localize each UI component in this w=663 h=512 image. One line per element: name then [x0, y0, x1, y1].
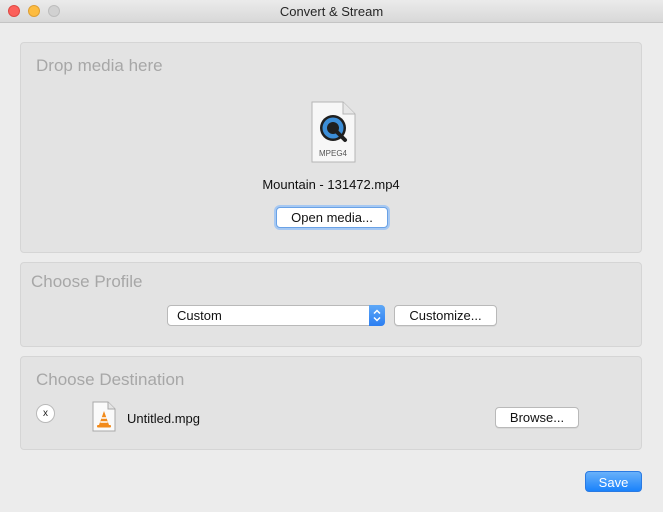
choose-destination-heading: Choose Destination — [36, 370, 185, 389]
profile-select[interactable]: Custom — [167, 305, 385, 326]
source-filename: Mountain - 131472.mp4 — [262, 177, 400, 192]
mpeg4-file-icon: MPEG4 — [311, 101, 356, 163]
select-updown-icon — [369, 305, 385, 326]
profile-selected-value: Custom — [177, 308, 222, 323]
mpeg4-icon-label: MPEG4 — [319, 149, 348, 158]
window-title: Convert & Stream — [279, 4, 384, 19]
drop-media-panel[interactable]: Drop media here MPEG4 Mountain - 131472.… — [20, 42, 642, 253]
browse-button[interactable]: Browse... — [495, 407, 579, 428]
choose-destination-panel: Choose Destination x Untitled.mpg Browse… — [20, 356, 642, 450]
destination-filename: Untitled.mpg — [127, 411, 200, 426]
vlc-file-icon — [92, 401, 116, 432]
save-button[interactable]: Save — [585, 471, 642, 492]
choose-profile-heading: Choose Profile — [31, 272, 143, 291]
customize-button[interactable]: Customize... — [394, 305, 497, 326]
convert-stream-window: Convert & Stream Drop media here MPEG4 M… — [0, 0, 663, 512]
open-media-button[interactable]: Open media... — [276, 207, 388, 228]
choose-profile-panel: Choose Profile Custom Customize... — [20, 262, 642, 347]
remove-destination-button[interactable]: x — [36, 404, 55, 423]
title-bar[interactable]: Convert & Stream — [0, 0, 663, 23]
drop-media-heading: Drop media here — [36, 56, 163, 75]
